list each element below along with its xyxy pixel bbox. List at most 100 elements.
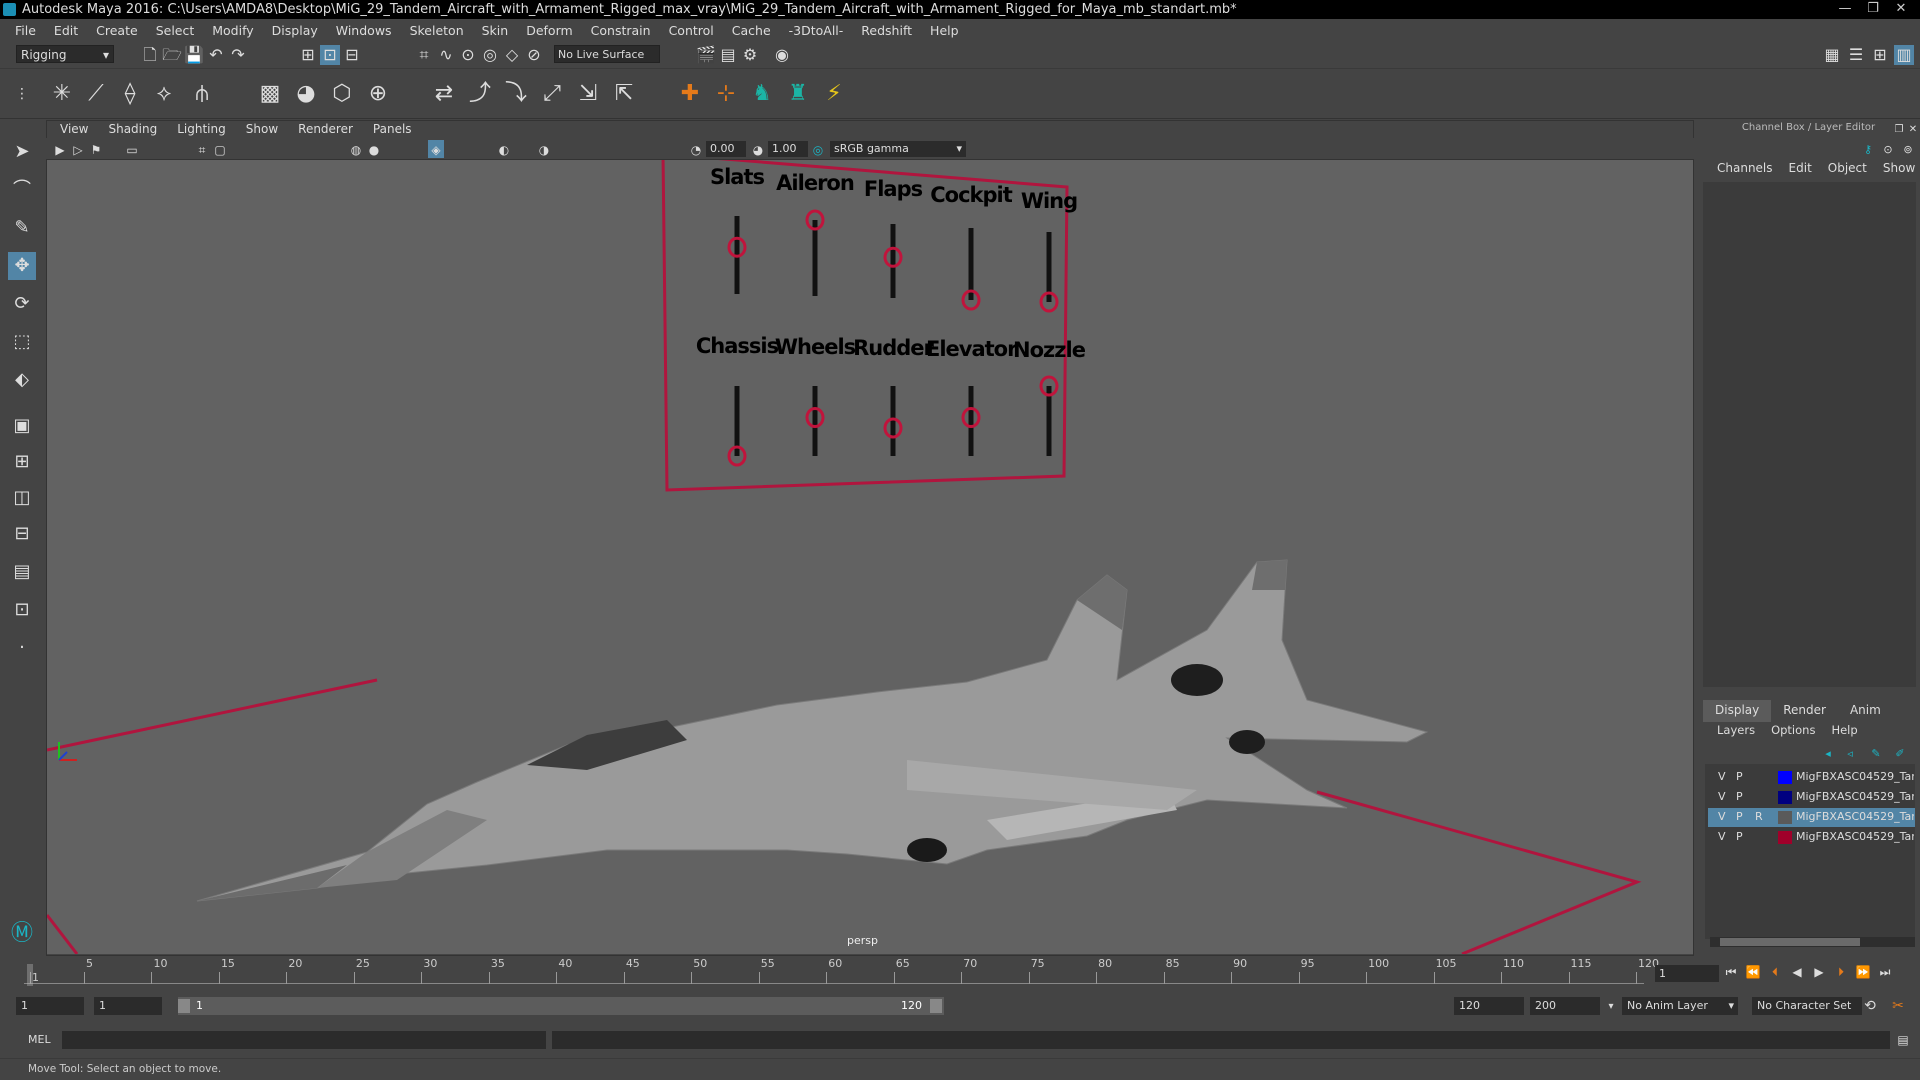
color-management-icon[interactable]: ◎ [810,140,826,158]
menu-skin[interactable]: Skin [473,23,518,38]
layer-row[interactable]: V P R MigFBXASC04529_Tanc [1708,808,1915,827]
smooth-shade-icon[interactable]: ● [366,140,382,158]
step-forward-key-icon[interactable]: ⏩ [1852,962,1874,982]
script-editor-icon[interactable]: ▤ [1894,1030,1912,1048]
cb-menu-show[interactable]: Show [1875,161,1920,179]
rotate-tool-icon[interactable]: ⟳ [8,290,36,318]
restore-icon[interactable]: ❐ [1862,1,1884,17]
scale-constraint-icon[interactable]: ⤢ [538,80,566,108]
current-time-marker[interactable] [27,964,33,986]
four-view-icon[interactable]: ⊞ [8,448,36,476]
wireframe-icon[interactable]: ◍ [348,140,364,158]
shadows-icon[interactable]: ◐ [496,140,512,158]
attribute-editor-icon[interactable]: ☰ [1846,45,1866,65]
menu-redshift[interactable]: Redshift [852,23,921,38]
ik-handle-icon[interactable]: ⟋ [82,80,110,108]
layer-visibility-toggle[interactable]: V [1718,790,1726,803]
snap-point-icon[interactable]: ⊙ [458,45,478,65]
animation-start-field[interactable]: 1 [16,997,84,1015]
render-settings-icon[interactable]: ⚙ [740,45,760,65]
joint-orient-icon[interactable]: ⊹ [712,80,740,108]
redo-icon[interactable]: ↷ [228,45,248,65]
outliner-layout-icon[interactable]: ⊡ [8,596,36,624]
layer-color-swatch[interactable] [1778,771,1792,784]
paint-select-icon[interactable]: ✎ [8,214,36,242]
render-frame-icon[interactable]: 🎬 [696,45,716,65]
select-component-icon[interactable]: ⊟ [342,45,362,65]
range-handle-left[interactable] [178,999,190,1013]
cluster-icon[interactable]: ⊕ [364,80,392,108]
menu-help[interactable]: Help [921,23,968,38]
locator-icon[interactable]: ✚ [676,80,704,108]
gamma-field[interactable]: 1.00 [768,141,808,157]
point-constraint-icon[interactable]: ⇄ [430,80,458,108]
menu-cache[interactable]: Cache [723,23,780,38]
camera-select-icon[interactable]: ▶ [52,140,68,158]
menu-control[interactable]: Control [660,23,723,38]
open-scene-icon[interactable]: 🗁 [162,45,182,65]
layer-visibility-toggle[interactable]: V [1718,810,1726,823]
layer-color-swatch[interactable] [1778,831,1792,844]
lasso-tool-icon[interactable]: ⌒ [8,176,36,204]
new-layer-icon[interactable]: ✎ [1868,744,1884,760]
gamma-icon[interactable]: ◕ [750,140,766,158]
paint-weights-icon[interactable]: ◕ [292,80,320,108]
shelf-options-icon[interactable]: ⋮ [12,80,32,108]
bind-skin-icon[interactable]: ▩ [256,80,284,108]
menu-file[interactable]: File [6,23,45,38]
move-layer-down-icon[interactable]: ◃ [1842,744,1858,760]
side-by-side-icon[interactable]: ◫ [8,484,36,512]
layer-row[interactable]: V P MigFBXASC04529_Tanc [1708,768,1915,787]
menu-3dtoall[interactable]: -3DtoAll- [780,23,853,38]
cb-settings-icon[interactable]: ⊚ [1900,140,1916,156]
cb-menu-object[interactable]: Object [1820,161,1875,179]
tab-render[interactable]: Render [1771,700,1838,722]
layer-reference-toggle[interactable]: R [1755,810,1763,823]
current-frame-field[interactable]: 1 [1655,965,1719,982]
range-handle-right[interactable] [930,999,942,1013]
hypershade-icon[interactable]: ◉ [772,45,792,65]
image-plane-icon[interactable]: ▭ [124,140,140,158]
close-icon[interactable]: ✕ [1890,1,1912,17]
scale-tool-icon[interactable]: ⬚ [8,328,36,356]
mel-input[interactable] [62,1031,546,1049]
range-slider[interactable]: 1 120 [178,997,944,1015]
step-back-key-icon[interactable]: ⏪ [1742,962,1764,982]
camera-attrs-icon[interactable]: ▷ [70,140,86,158]
snap-grid-icon[interactable]: ⌗ [414,45,434,65]
layer-playback-toggle[interactable]: P [1736,770,1743,783]
minimize-icon[interactable]: — [1834,1,1856,17]
layer-playback-toggle[interactable]: P [1736,830,1743,843]
cb-options-icon[interactable]: ⊙ [1880,140,1896,156]
layer-playback-toggle[interactable]: P [1736,810,1743,823]
live-surface-field[interactable]: No Live Surface [554,45,660,63]
persp-outliner-icon[interactable]: ▤ [8,558,36,586]
viewport-menu-lighting[interactable]: Lighting [167,122,236,136]
menu-display[interactable]: Display [263,23,327,38]
xray-joints-icon[interactable]: ◈ [428,140,444,158]
hik-icon[interactable]: ♞ [748,80,776,108]
viewport-menu-show[interactable]: Show [236,122,288,136]
quick-rig-icon[interactable]: ⚡ [820,80,848,108]
menu-skeleton[interactable]: Skeleton [401,23,473,38]
play-forward-icon[interactable]: ▶ [1808,962,1830,982]
mirror-joint-icon[interactable]: ⫛ [188,80,216,108]
single-perspective-icon[interactable]: ▣ [8,412,36,440]
menu-modify[interactable]: Modify [203,23,262,38]
step-back-frame-icon[interactable]: ⏴ [1764,962,1786,982]
move-tool-icon[interactable]: ✥ [8,252,36,280]
channel-box-toggle-icon[interactable]: ▥ [1894,45,1914,65]
layer-menu-layers[interactable]: Layers [1709,723,1763,741]
layer-visibility-toggle[interactable]: V [1718,770,1726,783]
layer-menu-options[interactable]: Options [1763,723,1823,741]
layer-color-swatch[interactable] [1778,791,1792,804]
go-to-end-icon[interactable]: ⏭ [1874,962,1896,982]
tab-display[interactable]: Display [1703,700,1772,722]
parent-constraint-icon[interactable]: ⇲ [574,80,602,108]
playback-end-field[interactable]: 120 [1454,997,1524,1015]
snap-curve-icon[interactable]: ∿ [436,45,456,65]
film-gate-icon[interactable]: ▢ [212,140,228,158]
play-backward-icon[interactable]: ◀ [1786,962,1808,982]
go-to-start-icon[interactable]: ⏮ [1720,962,1742,982]
cb-menu-channels[interactable]: Channels [1709,161,1781,179]
